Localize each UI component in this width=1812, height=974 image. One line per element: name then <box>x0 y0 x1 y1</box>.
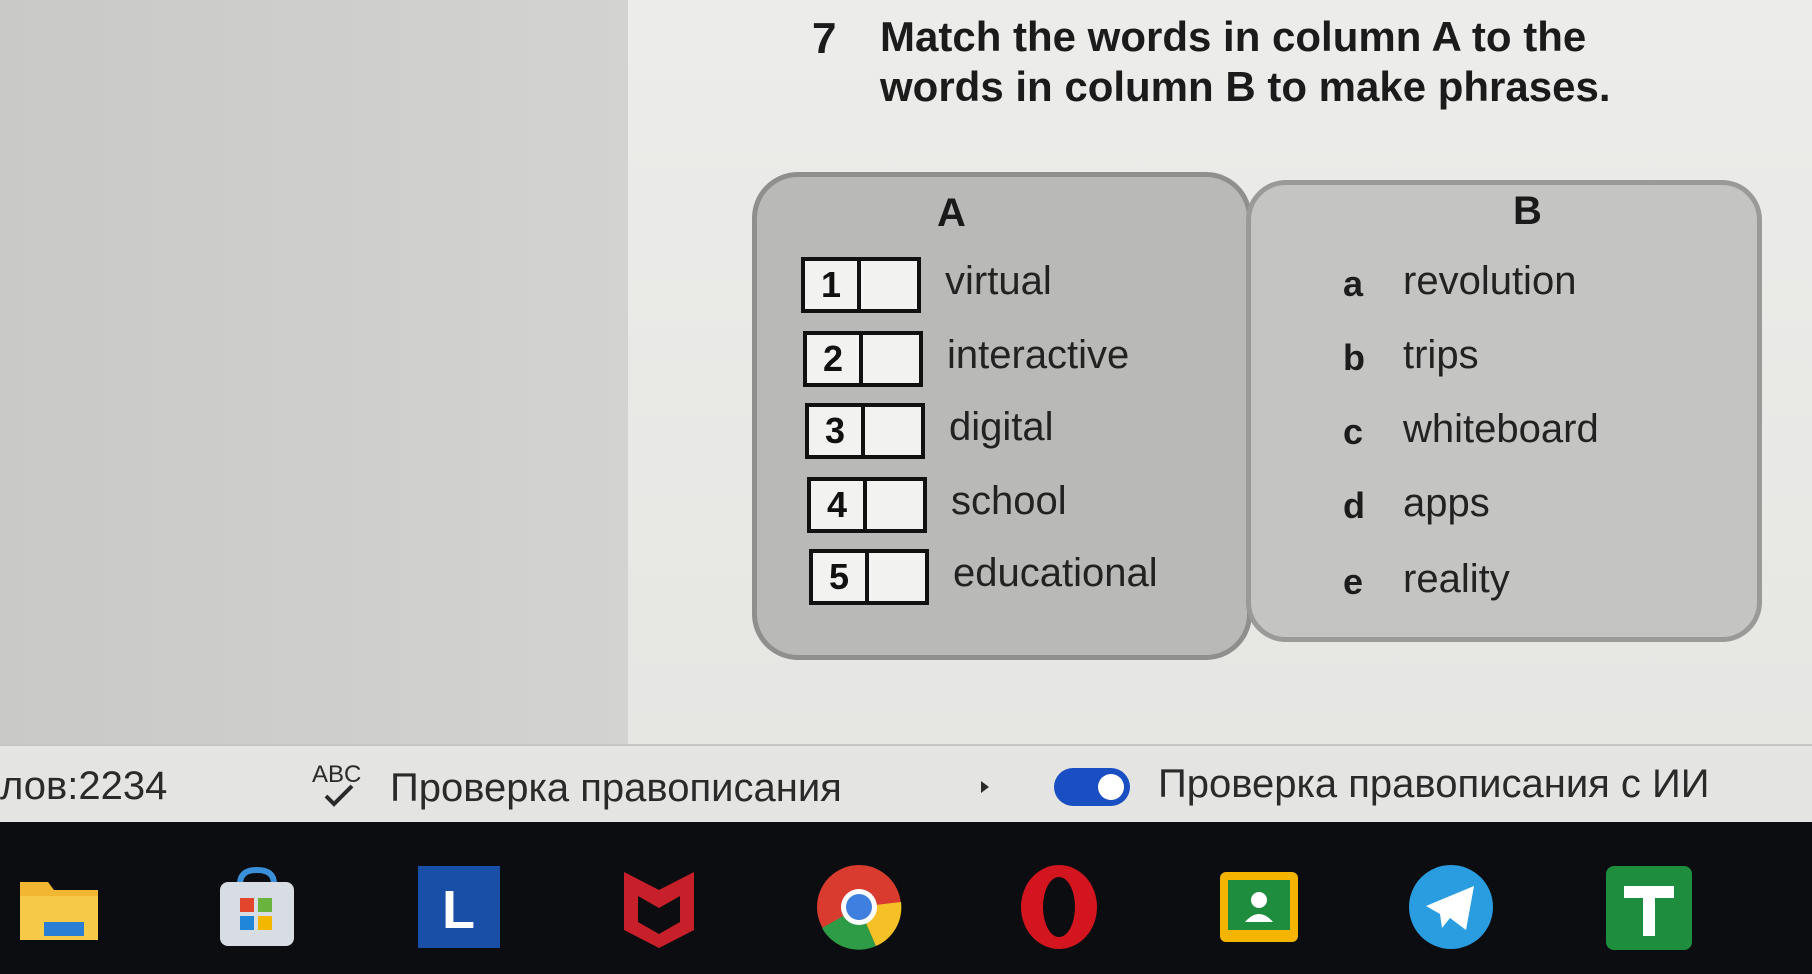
column-b-word: apps <box>1403 481 1490 525</box>
microsoft-store-icon[interactable] <box>212 862 302 952</box>
document-margin <box>0 0 628 744</box>
chrome-icon[interactable] <box>814 862 904 952</box>
answer-box-2[interactable] <box>859 331 923 387</box>
column-b-letter: e <box>1343 561 1364 602</box>
column-a-panel: A 1 virtual 2 interactive 3 digital 4 sc… <box>752 172 1252 660</box>
file-explorer-icon[interactable] <box>14 862 104 952</box>
expand-arrow-icon[interactable] <box>978 778 992 796</box>
column-a-row: 2 interactive <box>803 331 1243 391</box>
telegram-icon[interactable] <box>1406 862 1496 952</box>
spell-check-label[interactable]: Проверка правописания <box>390 766 842 811</box>
ai-spell-check-label[interactable]: Проверка правописания с ИИ <box>1158 762 1710 807</box>
answer-box-1[interactable] <box>857 257 921 313</box>
column-a-row: 1 virtual <box>801 257 1241 317</box>
mcafee-icon[interactable] <box>614 862 704 952</box>
answer-box-3[interactable] <box>861 403 925 459</box>
column-b-word: reality <box>1403 557 1510 601</box>
exercise-title-line1: Match the words in column A to the <box>880 13 1587 60</box>
status-bar: лов:2234 ABC Проверка правописания Прове… <box>0 744 1812 824</box>
column-a-word: virtual <box>945 259 1052 303</box>
item-number-box: 5 <box>809 549 869 605</box>
column-b-word: whiteboard <box>1403 407 1599 451</box>
google-classroom-icon[interactable] <box>1214 862 1304 952</box>
column-a-row: 3 digital <box>805 403 1245 463</box>
lingvo-icon[interactable]: L <box>414 862 504 952</box>
answer-box-5[interactable] <box>865 549 929 605</box>
column-a-row: 5 educational <box>809 549 1249 609</box>
column-a-word: digital <box>949 405 1054 449</box>
column-b-panel: B a revolution b trips c whiteboard d ap… <box>1246 180 1762 642</box>
toggle-knob <box>1098 774 1124 800</box>
exercise-title-line2: words in column B to make phrases. <box>880 63 1611 110</box>
column-b-word: trips <box>1403 333 1479 377</box>
column-a-word: educational <box>953 551 1158 595</box>
item-number-box: 2 <box>803 331 863 387</box>
taskbar: L <box>0 822 1812 974</box>
column-b-letter: a <box>1343 263 1364 304</box>
answer-box-4[interactable] <box>863 477 927 533</box>
column-b-row: c whiteboard <box>1343 407 1743 471</box>
column-b-letter: c <box>1343 411 1364 452</box>
word-count[interactable]: лов:2234 <box>0 764 167 809</box>
svg-text:ABC: ABC <box>312 761 361 788</box>
svg-text:L: L <box>442 880 475 940</box>
column-b-word: revolution <box>1403 259 1577 303</box>
item-number-box: 3 <box>805 403 865 459</box>
exercise-number: 7 <box>812 14 837 63</box>
ai-spell-check-toggle[interactable] <box>1054 768 1130 806</box>
item-number-box: 4 <box>807 477 867 533</box>
column-b-row: d apps <box>1343 481 1743 545</box>
spell-check-icon[interactable]: ABC <box>310 758 374 810</box>
column-b-letter: b <box>1343 337 1365 378</box>
item-number-box: 1 <box>801 257 861 313</box>
column-b-heading: B <box>1513 189 1542 233</box>
column-b-letter: d <box>1343 485 1365 526</box>
column-b-row: a revolution <box>1343 259 1743 323</box>
column-b-row: b trips <box>1343 333 1743 397</box>
opera-icon[interactable] <box>1014 862 1104 952</box>
column-a-heading: A <box>937 191 966 235</box>
google-sheets-icon[interactable] <box>1602 862 1696 952</box>
exercise-title: Match the words in column A to the words… <box>880 12 1780 112</box>
column-a-row: 4 school <box>807 477 1247 537</box>
column-a-word: school <box>951 479 1067 523</box>
column-a-word: interactive <box>947 333 1130 377</box>
column-b-row: e reality <box>1343 557 1743 621</box>
